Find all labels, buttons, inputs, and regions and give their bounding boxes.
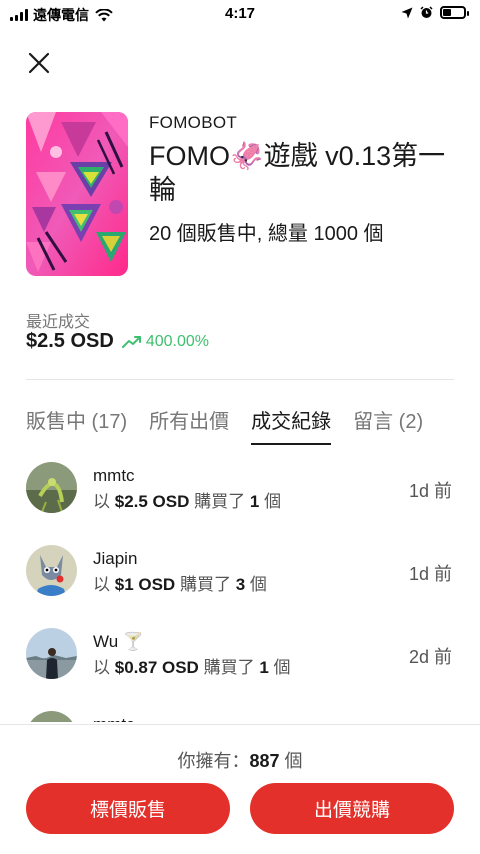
footer: 你擁有：887 個 標價販售 出價競購 bbox=[0, 724, 480, 854]
trade-description: 以 $0.87 OSD 購買了 1 個 bbox=[93, 658, 291, 677]
list-item[interactable]: Jiapin 以 $1 OSD 購買了 3 個 1d 前 bbox=[26, 543, 454, 626]
trade-history-list: mmtc 以 $2.5 OSD 購買了 1 個 1d 前 Jiapin 以 $1… bbox=[26, 460, 454, 722]
trade-description: 以 $1 OSD 購買了 3 個 bbox=[93, 575, 267, 594]
creator-name[interactable]: FOMOBOT bbox=[149, 113, 459, 133]
tab-comments[interactable]: 留言 (2) bbox=[353, 405, 423, 445]
list-item[interactable]: mmtc 以 $2.5 OSD 購買了 1 個 1d 前 bbox=[26, 460, 454, 543]
buyer-name: mmtc bbox=[93, 466, 135, 485]
list-item[interactable]: Wu 🍸 以 $0.87 OSD 購買了 1 個 2d 前 bbox=[26, 626, 454, 709]
avatar[interactable] bbox=[26, 545, 77, 596]
avatar[interactable] bbox=[26, 711, 77, 722]
nft-thumbnail[interactable] bbox=[26, 112, 128, 276]
close-button[interactable] bbox=[26, 50, 52, 76]
trade-description: 以 $2.5 OSD 購買了 1 個 bbox=[93, 492, 282, 511]
list-item[interactable]: mmtc bbox=[26, 709, 454, 722]
tab-for-sale[interactable]: 販售中 (17) bbox=[26, 405, 127, 445]
avatar[interactable] bbox=[26, 628, 77, 679]
trade-time: 2d 前 bbox=[408, 647, 452, 667]
trend-up-icon bbox=[121, 335, 141, 348]
tab-bar: 販售中 (17) 所有出價 成交紀錄 留言 (2) bbox=[26, 405, 454, 445]
location-arrow-icon bbox=[401, 7, 413, 18]
trade-time: 1d 前 bbox=[408, 564, 452, 584]
alarm-icon bbox=[420, 6, 433, 18]
list-for-sale-button[interactable]: 標價販售 bbox=[26, 783, 230, 834]
close-icon bbox=[28, 52, 50, 74]
buyer-name: Jiapin bbox=[93, 549, 138, 568]
nft-title: FOMO🦑遊戲 v0.13第一輪 bbox=[149, 141, 446, 205]
supply-info: 20 個販售中, 總量 1000 個 bbox=[149, 223, 384, 245]
price-change: 400.00% bbox=[121, 332, 209, 351]
status-right bbox=[401, 6, 469, 19]
recent-price: $2.5 OSD bbox=[26, 330, 114, 352]
ownership-info: 你擁有：887 個 bbox=[177, 751, 303, 771]
recent-trade: $2.5 OSD 400.00% bbox=[26, 330, 209, 353]
tab-all-bids[interactable]: 所有出價 bbox=[149, 405, 229, 445]
avatar[interactable] bbox=[26, 462, 77, 513]
nft-info: FOMOBOT FOMO🦑遊戲 v0.13第一輪 20 個販售中, 總量 100… bbox=[149, 113, 459, 246]
battery-icon bbox=[440, 6, 469, 19]
nft-artwork bbox=[26, 112, 128, 276]
place-bid-button[interactable]: 出價競購 bbox=[250, 783, 454, 834]
price-change-value: 400.00% bbox=[145, 332, 209, 350]
owned-count: 887 bbox=[249, 751, 280, 771]
divider bbox=[26, 379, 454, 380]
recent-trade-label: 最近成交 bbox=[26, 314, 91, 331]
trade-time: 1d 前 bbox=[408, 481, 452, 501]
status-bar: 遠傳電信 4:17 bbox=[0, 0, 480, 30]
buyer-name: Wu 🍸 bbox=[93, 632, 145, 651]
tab-trade-history[interactable]: 成交紀錄 bbox=[251, 405, 332, 445]
buyer-name: mmtc bbox=[93, 715, 135, 722]
